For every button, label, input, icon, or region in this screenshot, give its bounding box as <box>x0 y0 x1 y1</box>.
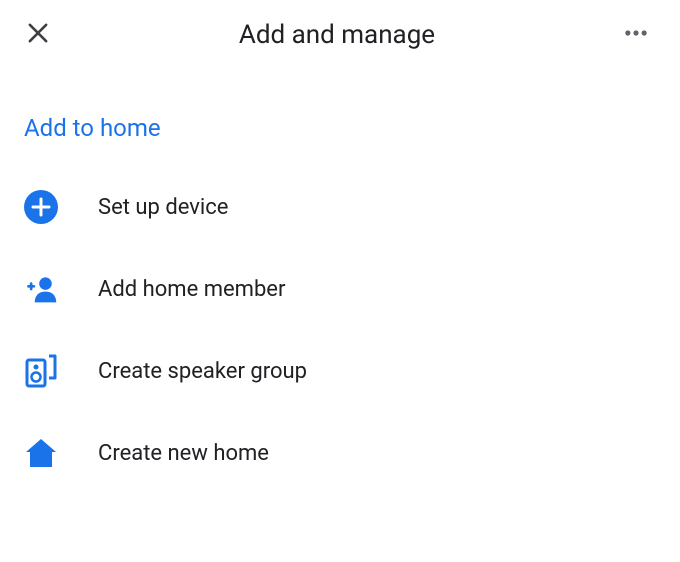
menu-item-label: Set up device <box>98 195 228 220</box>
page-title: Add and manage <box>58 20 616 50</box>
close-icon <box>24 19 52 51</box>
menu-item-create-speaker-group[interactable]: Create speaker group <box>0 330 680 412</box>
plus-circle-icon <box>24 190 58 224</box>
menu-list: Set up device Add home member Create spe… <box>0 166 680 494</box>
menu-item-set-up-device[interactable]: Set up device <box>0 166 680 248</box>
close-button[interactable] <box>18 15 58 55</box>
header: Add and manage <box>0 0 680 70</box>
speaker-group-icon <box>24 354 58 388</box>
more-horizontal-icon <box>622 19 650 51</box>
menu-item-create-new-home[interactable]: Create new home <box>0 412 680 494</box>
menu-item-label: Add home member <box>98 277 285 302</box>
add-person-icon <box>24 272 58 306</box>
menu-item-add-home-member[interactable]: Add home member <box>0 248 680 330</box>
more-button[interactable] <box>616 15 656 55</box>
menu-item-label: Create speaker group <box>98 359 307 384</box>
menu-item-label: Create new home <box>98 441 269 466</box>
home-icon <box>24 436 58 470</box>
section-header-add-to-home: Add to home <box>0 70 680 166</box>
